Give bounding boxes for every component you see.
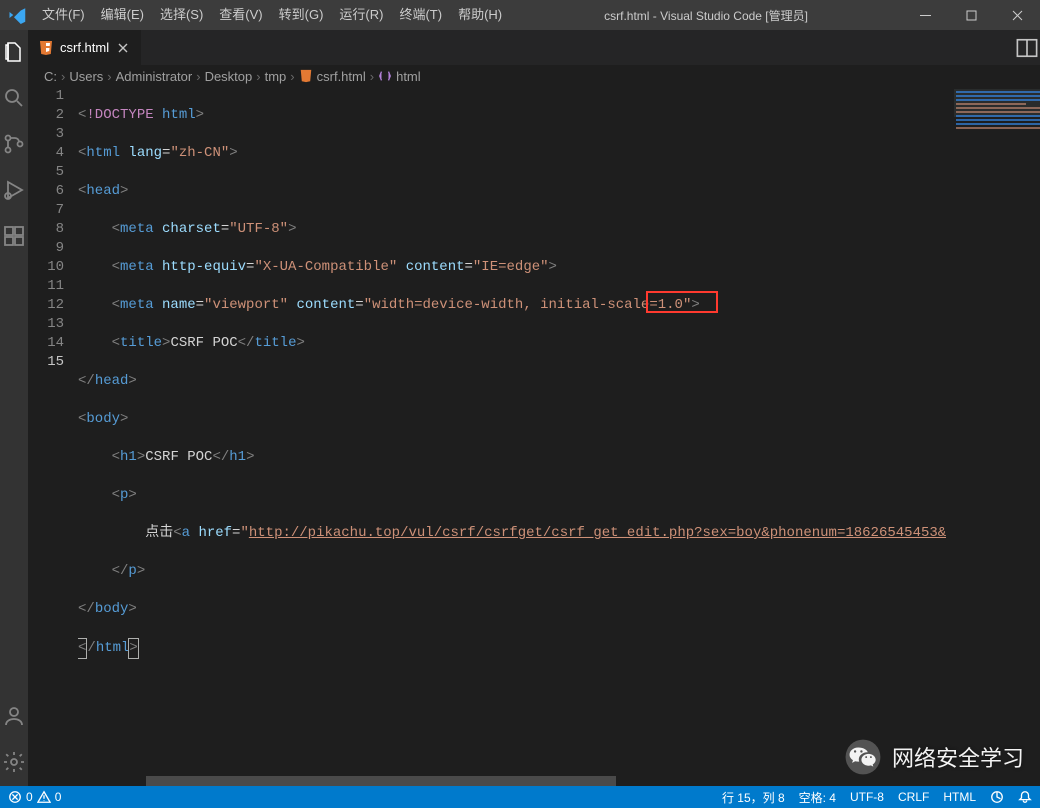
tab-close-icon[interactable] <box>115 40 131 56</box>
crumb-c[interactable]: C: <box>44 69 57 84</box>
tab-label: csrf.html <box>60 40 109 55</box>
minimap[interactable] <box>946 87 1040 786</box>
status-cursor[interactable]: 行 15，列 8 <box>722 789 785 806</box>
search-icon[interactable] <box>0 84 28 112</box>
symbol-icon <box>378 69 392 83</box>
watermark: 网络安全学习 <box>844 738 1024 776</box>
editor-area: csrf.html C:› Users› Administrator› Desk… <box>28 30 1040 786</box>
href-url[interactable]: http://pikachu.top/vul/csrf/csrfget/csrf… <box>249 525 946 541</box>
scrollbar-thumb-horizontal[interactable] <box>146 776 616 786</box>
tab-csrf-html[interactable]: csrf.html <box>28 30 142 65</box>
menu-select[interactable]: 选择(S) <box>152 0 211 30</box>
editor-tabs: csrf.html <box>28 30 1040 65</box>
menu-file[interactable]: 文件(F) <box>34 0 93 30</box>
crumb-file-label: csrf.html <box>317 69 366 84</box>
vscode-logo-icon <box>8 6 26 24</box>
title-bar: 文件(F) 编辑(E) 选择(S) 查看(V) 转到(G) 运行(R) 终端(T… <box>0 0 1040 30</box>
maximize-button[interactable] <box>948 0 994 30</box>
watermark-text: 网络安全学习 <box>892 741 1024 773</box>
minimize-button[interactable] <box>902 0 948 30</box>
status-bell-icon[interactable] <box>1018 790 1032 804</box>
extensions-icon[interactable] <box>0 222 28 250</box>
close-button[interactable] <box>994 0 1040 30</box>
horizontal-scrollbar[interactable] <box>76 776 1040 786</box>
menu-bar: 文件(F) 编辑(E) 选择(S) 查看(V) 转到(G) 运行(R) 终端(T… <box>34 0 510 30</box>
explorer-icon[interactable] <box>0 38 28 66</box>
settings-gear-icon[interactable] <box>0 748 28 776</box>
status-indent[interactable]: 空格: 4 <box>799 789 836 806</box>
breadcrumbs[interactable]: C:› Users› Administrator› Desktop› tmp› … <box>28 65 1040 87</box>
accounts-icon[interactable] <box>0 702 28 730</box>
crumb-tmp[interactable]: tmp <box>265 69 287 84</box>
menu-view[interactable]: 查看(V) <box>211 0 270 30</box>
menu-go[interactable]: 转到(G) <box>271 0 332 30</box>
status-problems[interactable]: 0 0 <box>8 790 61 804</box>
code-content[interactable]: <!DOCTYPE html> <html lang="zh-CN"> <hea… <box>78 87 946 786</box>
status-eol[interactable]: CRLF <box>898 790 929 804</box>
code-editor[interactable]: 1 2 3 4 5 6 7 8 9 10 11 12 13 14 15 <!DO… <box>28 87 1040 786</box>
status-language[interactable]: HTML <box>943 790 976 804</box>
crumb-admin[interactable]: Administrator <box>116 69 193 84</box>
menu-run[interactable]: 运行(R) <box>331 0 391 30</box>
crumb-users[interactable]: Users <box>69 69 103 84</box>
html-file-icon <box>299 69 313 83</box>
status-encoding[interactable]: UTF-8 <box>850 790 884 804</box>
status-feedback-icon[interactable] <box>990 790 1004 804</box>
menu-edit[interactable]: 编辑(E) <box>93 0 152 30</box>
status-bar: 0 0 行 15，列 8 空格: 4 UTF-8 CRLF HTML <box>0 786 1040 808</box>
crumb-desktop[interactable]: Desktop <box>205 69 253 84</box>
line-number-gutter: 1 2 3 4 5 6 7 8 9 10 11 12 13 14 15 <box>28 87 78 786</box>
wechat-icon <box>844 738 882 776</box>
crumb-symbol[interactable]: html <box>378 69 421 84</box>
window-controls <box>902 0 1040 30</box>
activity-bar <box>0 30 28 786</box>
run-debug-icon[interactable] <box>0 176 28 204</box>
split-editor-icon[interactable] <box>1016 37 1038 59</box>
source-control-icon[interactable] <box>0 130 28 158</box>
window-title: csrf.html - Visual Studio Code [管理员] <box>510 7 902 24</box>
crumb-file[interactable]: csrf.html <box>299 69 366 84</box>
menu-help[interactable]: 帮助(H) <box>450 0 510 30</box>
status-error-count: 0 <box>26 790 33 804</box>
status-warning-count: 0 <box>55 790 62 804</box>
html-file-icon <box>38 40 54 56</box>
crumb-symbol-label: html <box>396 69 421 84</box>
menu-terminal[interactable]: 终端(T) <box>391 0 450 30</box>
